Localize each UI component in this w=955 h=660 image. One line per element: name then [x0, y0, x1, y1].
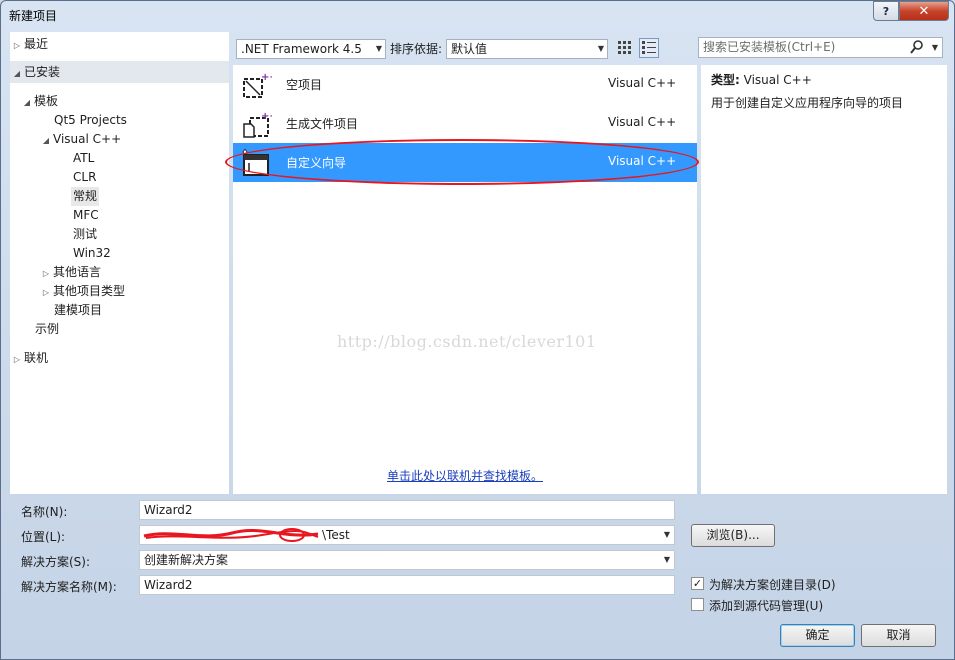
svg-text:++: ++: [261, 111, 272, 122]
grid-view-icon: [618, 41, 631, 54]
template-description: 用于创建自定义应用程序向导的项目: [711, 96, 904, 110]
framework-select[interactable]: .NET Framework 4.5 ▼: [236, 39, 386, 59]
search-icon[interactable]: [910, 39, 924, 55]
tree-item-visual-cpp[interactable]: ◢ Visual C++: [39, 130, 121, 149]
solution-name-label: 解决方案名称(M):: [21, 580, 117, 594]
redacted-scribble: [143, 528, 319, 542]
ok-button[interactable]: 确定: [780, 624, 855, 647]
sort-label: 排序依据:: [390, 42, 443, 56]
template-row-empty-project[interactable]: ++ 空项目 Visual C++: [233, 65, 697, 104]
tree-item-online[interactable]: ▷ 联机: [10, 349, 229, 368]
tree-item-templates[interactable]: ◢ 模板: [20, 92, 58, 111]
dropdown-arrow-icon: ▼: [597, 44, 604, 53]
solution-label: 解决方案(S):: [21, 555, 91, 569]
tree-item-test[interactable]: 测试: [73, 225, 97, 244]
expand-arrow-icon[interactable]: ▷: [10, 350, 24, 369]
small-icons-view-button[interactable]: [615, 38, 635, 58]
new-project-dialog: 新建项目 ? ✕ ▷ 最近 ◢ 已安装 ◢ 模板 Qt5 Projects ◢ Visu…: [0, 0, 955, 660]
tree-item-mfc[interactable]: MFC: [73, 206, 99, 225]
expand-arrow-icon[interactable]: ▷: [10, 36, 24, 55]
template-type: 类型: Visual C++: [711, 73, 812, 87]
tree-item-modeling[interactable]: 建模项目: [54, 301, 102, 320]
name-input[interactable]: Wizard2: [139, 500, 675, 520]
create-directory-checkbox[interactable]: ✓: [691, 577, 704, 590]
dropdown-arrow-icon: ▼: [663, 530, 670, 539]
tree-item-qt5[interactable]: Qt5 Projects: [54, 111, 127, 130]
expand-arrow-icon[interactable]: ▷: [39, 283, 53, 302]
location-label: 位置(L):: [21, 530, 66, 544]
template-list: ++ 空项目 Visual C++ ++ 生成文件项目 Visual C++ 自…: [233, 65, 697, 494]
sort-select[interactable]: 默认值 ▼: [446, 39, 608, 59]
list-view-icon: [642, 41, 656, 54]
solution-name-input[interactable]: Wizard2: [139, 575, 675, 595]
source-control-label: 添加到源代码管理(U): [709, 599, 824, 613]
template-toolbar: .NET Framework 4.5 ▼ 排序依据: 默认值 ▼: [233, 37, 697, 61]
tree-item-samples[interactable]: 示例: [35, 320, 59, 339]
template-tree: ▷ 最近 ◢ 已安装 ◢ 模板 Qt5 Projects ◢ Visual C++ AT…: [10, 32, 229, 494]
tree-item-clr[interactable]: CLR: [73, 168, 96, 187]
close-button[interactable]: ✕: [899, 1, 949, 21]
makefile-project-icon: ++: [243, 111, 272, 138]
watermark: http://blog.csdn.net/clever101: [337, 332, 597, 351]
search-options-arrow-icon[interactable]: ▼: [932, 38, 938, 57]
window-title: 新建项目: [9, 9, 58, 23]
svg-text:++: ++: [261, 72, 272, 83]
online-templates-link[interactable]: 单击此处以联机并查找模板。: [387, 467, 543, 484]
collapse-arrow-icon[interactable]: ◢: [39, 131, 53, 150]
tree-item-installed[interactable]: ◢ 已安装: [10, 61, 229, 83]
template-details: 类型: Visual C++ 用于创建自定义应用程序向导的项目: [701, 65, 947, 494]
solution-select[interactable]: 创建新解决方案 ▼: [139, 550, 675, 570]
collapse-arrow-icon[interactable]: ◢: [20, 93, 34, 112]
tree-item-other-languages[interactable]: ▷ 其他语言: [39, 263, 101, 282]
tree-item-other-project-types[interactable]: ▷ 其他项目类型: [39, 282, 125, 301]
browse-button[interactable]: 浏览(B)...: [691, 524, 775, 547]
empty-project-icon: ++: [243, 72, 272, 98]
location-input[interactable]: \Test ▼: [139, 525, 675, 545]
collapse-arrow-icon[interactable]: ◢: [10, 63, 24, 85]
details-view-button[interactable]: [639, 38, 659, 58]
name-label: 名称(N):: [21, 505, 68, 519]
cancel-button[interactable]: 取消: [861, 624, 936, 647]
create-directory-label: 为解决方案创建目录(D): [709, 578, 836, 592]
tree-item-general[interactable]: 常规: [71, 187, 100, 206]
help-button[interactable]: ?: [873, 1, 899, 21]
template-row-makefile-project[interactable]: ++ 生成文件项目 Visual C++: [233, 104, 697, 143]
tree-item-win32[interactable]: Win32: [73, 244, 111, 263]
tree-item-atl[interactable]: ATL: [73, 149, 94, 168]
template-row-custom-wizard[interactable]: 自定义向导 Visual C++: [233, 143, 697, 182]
expand-arrow-icon[interactable]: ▷: [39, 264, 53, 283]
tree-item-recent[interactable]: ▷ 最近: [10, 35, 229, 54]
dropdown-arrow-icon: ▼: [663, 555, 670, 564]
custom-wizard-icon: [242, 149, 269, 176]
title-bar: 新建项目 ? ✕: [1, 1, 954, 29]
dropdown-arrow-icon: ▼: [375, 44, 382, 53]
template-search-input[interactable]: 搜索已安装模板(Ctrl+E) ▼: [698, 37, 943, 58]
source-control-checkbox[interactable]: [691, 598, 704, 611]
